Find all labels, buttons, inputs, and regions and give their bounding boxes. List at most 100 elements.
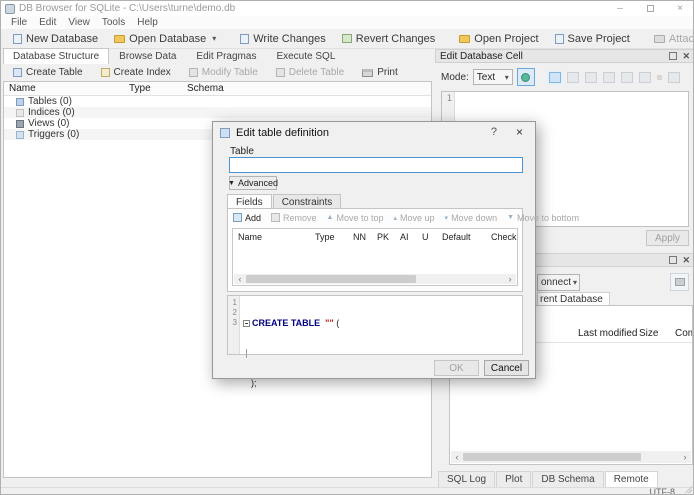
tree-item-tables[interactable]: Tables (0)	[4, 96, 431, 107]
remote-column-last-modified[interactable]: Last modified	[578, 328, 637, 339]
minimize-button[interactable]: –	[605, 1, 635, 16]
field-column-name[interactable]: Name	[238, 232, 262, 242]
close-panel-icon[interactable]: ✕	[682, 255, 690, 266]
menu-tools[interactable]: Tools	[96, 17, 131, 28]
apply-button[interactable]: Apply	[646, 230, 689, 246]
scroll-left-icon[interactable]: ‹	[451, 452, 463, 462]
cancel-button[interactable]: Cancel	[484, 360, 529, 376]
add-field-button[interactable]: Add	[233, 213, 261, 223]
remote-column-commit[interactable]: Commit	[675, 328, 692, 339]
scrollbar-thumb[interactable]	[246, 275, 416, 283]
invert-colors-icon[interactable]	[566, 71, 579, 83]
remote-column-size[interactable]: Size	[639, 328, 658, 339]
tab-plot[interactable]: Plot	[496, 471, 532, 487]
scroll-left-icon[interactable]: ‹	[234, 274, 246, 284]
tab-browse-data[interactable]: Browse Data	[109, 48, 186, 64]
table-name-label: Table	[230, 146, 254, 157]
float-panel-icon[interactable]	[669, 256, 678, 264]
dialog-title: Edit table definition	[236, 127, 329, 139]
import-data-icon[interactable]	[584, 71, 597, 83]
move-down-button[interactable]: ▾ Move down	[445, 213, 498, 223]
dialog-titlebar[interactable]: Edit table definition ? ×	[213, 122, 535, 144]
menu-file[interactable]: File	[5, 17, 33, 28]
app-window: DB Browser for SQLite - C:\Users\turne\d…	[0, 0, 694, 495]
move-to-bottom-button[interactable]: ▼ Move to bottom	[507, 213, 579, 223]
save-project-button[interactable]: Save Project	[547, 31, 638, 47]
sql-preview[interactable]: 1 2 3 CREATE TABLE "" ( );	[227, 295, 523, 388]
scroll-right-icon[interactable]: ›	[679, 452, 691, 462]
close-panel-icon[interactable]: ✕	[682, 51, 690, 62]
tree-column-schema[interactable]: Schema	[187, 83, 224, 94]
remote-refresh-button[interactable]	[670, 273, 689, 291]
fields-horizontal-scrollbar[interactable]: ‹ ›	[234, 274, 516, 284]
tree-header: Name Type Schema	[4, 82, 431, 96]
tab-remote[interactable]: Remote	[604, 471, 658, 487]
revert-changes-button[interactable]: Revert Changes	[334, 31, 444, 47]
menubar: File Edit View Tools Help	[1, 16, 693, 29]
advanced-button[interactable]: ▼ Advanced	[228, 176, 278, 190]
create-table-button[interactable]: Create Table	[4, 66, 92, 79]
field-column-check[interactable]: Check	[491, 232, 517, 242]
delete-table-button[interactable]: Delete Table	[267, 66, 353, 79]
menu-help[interactable]: Help	[131, 17, 164, 28]
modify-table-button[interactable]: Modify Table	[180, 66, 267, 79]
dialog-help-button[interactable]: ?	[491, 126, 497, 138]
move-up-button[interactable]: ▴ Move up	[394, 213, 435, 223]
tab-database-structure[interactable]: Database Structure	[3, 48, 110, 64]
field-column-ai[interactable]: AI	[400, 232, 409, 242]
open-project-button[interactable]: Open Project	[451, 31, 546, 47]
dock-tab-bar: SQL Log Plot DB Schema Remote	[435, 470, 693, 487]
attach-database-button[interactable]: Attach Database	[646, 31, 693, 47]
float-panel-icon[interactable]	[669, 52, 678, 60]
word-wrap-icon[interactable]	[548, 71, 561, 83]
auto-switch-mode-button[interactable]	[516, 68, 535, 86]
move-down-icon: ▾	[444, 214, 449, 222]
mode-select[interactable]: Text ▾	[472, 69, 513, 85]
tab-sql-log[interactable]: SQL Log	[438, 471, 496, 487]
fullscreen-icon[interactable]	[638, 71, 651, 83]
auto-switch-icon	[521, 72, 531, 82]
field-column-default[interactable]: Default	[442, 232, 471, 242]
tree-column-type[interactable]: Type	[129, 83, 151, 94]
new-database-button[interactable]: New Database	[5, 31, 106, 47]
menu-view[interactable]: View	[62, 17, 96, 28]
delete-table-icon	[275, 68, 285, 77]
field-column-pk[interactable]: PK	[377, 232, 389, 242]
menu-edit[interactable]: Edit	[33, 17, 62, 28]
print-button[interactable]: Print	[353, 66, 407, 79]
write-changes-button[interactable]: Write Changes	[232, 31, 334, 47]
resize-grip[interactable]	[684, 485, 692, 493]
tab-execute-sql[interactable]: Execute SQL	[266, 48, 345, 64]
null-dot-icon[interactable]	[656, 74, 662, 80]
close-button[interactable]: ×	[665, 1, 693, 16]
fold-marker-icon[interactable]	[243, 319, 250, 327]
remote-horizontal-scrollbar[interactable]: ‹ ›	[451, 451, 691, 463]
create-index-button[interactable]: Create Index	[92, 66, 180, 79]
table-name-input[interactable]	[229, 157, 523, 173]
ok-button[interactable]: OK	[434, 360, 479, 376]
scrollbar-thumb[interactable]	[463, 453, 641, 461]
tab-db-schema[interactable]: DB Schema	[532, 471, 604, 487]
tree-item-indices[interactable]: Indices (0)	[4, 107, 431, 118]
open-external-icon[interactable]	[602, 71, 615, 83]
move-to-top-button[interactable]: ▲ Move to top	[327, 213, 384, 223]
tab-edit-pragmas[interactable]: Edit Pragmas	[186, 48, 266, 64]
fields-table[interactable]: Name Type NN PK AI U Default Check ‹ ›	[232, 228, 518, 286]
open-database-dropdown-icon[interactable]: ▾	[212, 34, 216, 43]
status-bar	[1, 487, 693, 494]
remove-field-button[interactable]: Remove	[271, 213, 317, 223]
new-database-icon	[13, 33, 22, 44]
field-column-nn[interactable]: NN	[353, 232, 366, 242]
field-column-type[interactable]: Type	[315, 232, 335, 242]
field-column-u[interactable]: U	[422, 232, 429, 242]
identity-select[interactable]: onnect ▾	[537, 274, 580, 291]
scroll-right-icon[interactable]: ›	[504, 274, 516, 284]
open-database-button[interactable]: Open Database ▾	[106, 31, 224, 47]
tab-current-database[interactable]: rent Database	[537, 292, 610, 306]
print-cell-icon[interactable]	[667, 71, 680, 83]
tree-column-name[interactable]: Name	[9, 83, 36, 94]
export-data-icon[interactable]	[620, 71, 633, 83]
window-controls: – ×	[605, 1, 693, 16]
maximize-button[interactable]	[635, 1, 665, 16]
dialog-close-button[interactable]: ×	[516, 125, 523, 139]
